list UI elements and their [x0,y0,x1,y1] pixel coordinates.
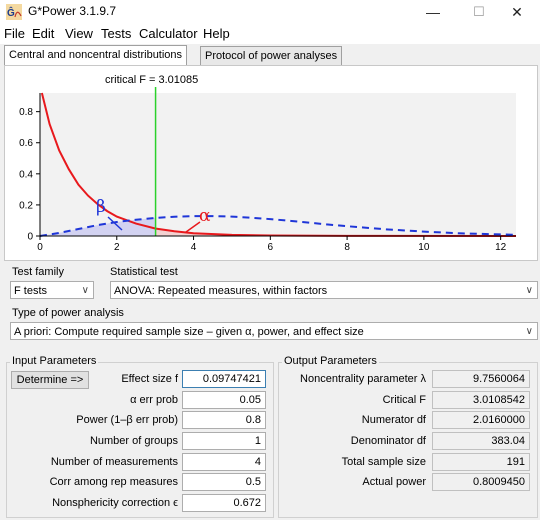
chevron-down-icon: ∨ [81,285,89,296]
x-tick-label: 4 [191,242,197,253]
y-tick-label: 0 [27,232,33,243]
statistical-test-value: ANOVA: Repeated measures, within factors [114,285,328,297]
groups-label: Number of groups [89,435,178,447]
denominator-df-value: 383.04 [432,432,530,450]
nonsphericity-label: Nonsphericity correction ϵ [52,497,178,509]
alpha-symbol: α [199,206,211,226]
critical-f-value: 3.0108542 [432,391,530,409]
x-tick-label: 0 [37,242,43,253]
corr-label: Corr among rep measures [49,476,178,488]
statistical-test-label: Statistical test [110,266,178,278]
total-sample-size-value: 191 [432,453,530,471]
corr-input[interactable]: 0.5 [182,473,266,491]
alpha-err-input[interactable]: 0.05 [182,391,266,409]
measurements-label: Number of measurements [50,456,178,468]
beta-symbol: β [96,197,106,217]
power-input[interactable]: 0.8 [182,411,266,429]
test-family-label: Test family [12,266,64,278]
y-tick-label: 0.8 [19,107,33,118]
actual-power-value: 0.8009450 [432,473,530,491]
y-tick-label: 0.4 [19,169,33,180]
alpha-err-label: α err prob [130,394,178,406]
test-family-select[interactable]: F tests ∨ [10,281,94,299]
y-tick-label: 0.2 [19,200,33,211]
nonsphericity-input[interactable]: 0.672 [182,494,266,512]
effect-size-label: Effect size f [121,373,178,385]
x-tick-label: 8 [344,242,350,253]
power-label: Power (1–β err prob) [76,414,178,426]
groups-input[interactable]: 1 [182,432,266,450]
chevron-down-icon: ∨ [525,326,533,337]
numerator-df-label: Numerator df [361,414,426,426]
measurements-input[interactable]: 4 [182,453,266,471]
critical-f-output-label: Critical F [382,394,426,406]
noncentrality-value: 9.7560064 [432,370,530,388]
input-parameters-title: Input Parameters [10,355,99,367]
output-parameters-title: Output Parameters [282,355,379,367]
power-analysis-select[interactable]: A priori: Compute required sample size –… [10,322,538,340]
determine-button[interactable]: Determine => [11,371,89,389]
total-sample-size-label: Total sample size [341,456,426,468]
x-tick-label: 12 [495,242,507,253]
actual-power-label: Actual power [362,476,426,488]
y-tick-label: 0.6 [19,138,33,149]
x-tick-label: 6 [268,242,274,253]
x-tick-label: 10 [418,242,430,253]
effect-size-input[interactable]: 0.09747421 [182,370,266,388]
x-tick-label: 2 [114,242,120,253]
noncentrality-label: Noncentrality parameter λ [300,373,426,385]
power-analysis-value: A priori: Compute required sample size –… [14,326,364,338]
power-analysis-label: Type of power analysis [12,307,124,319]
chevron-down-icon: ∨ [525,285,533,296]
numerator-df-value: 2.0160000 [432,411,530,429]
statistical-test-select[interactable]: ANOVA: Repeated measures, within factors… [110,281,538,299]
test-family-value: F tests [14,285,48,297]
denominator-df-label: Denominator df [350,435,426,447]
